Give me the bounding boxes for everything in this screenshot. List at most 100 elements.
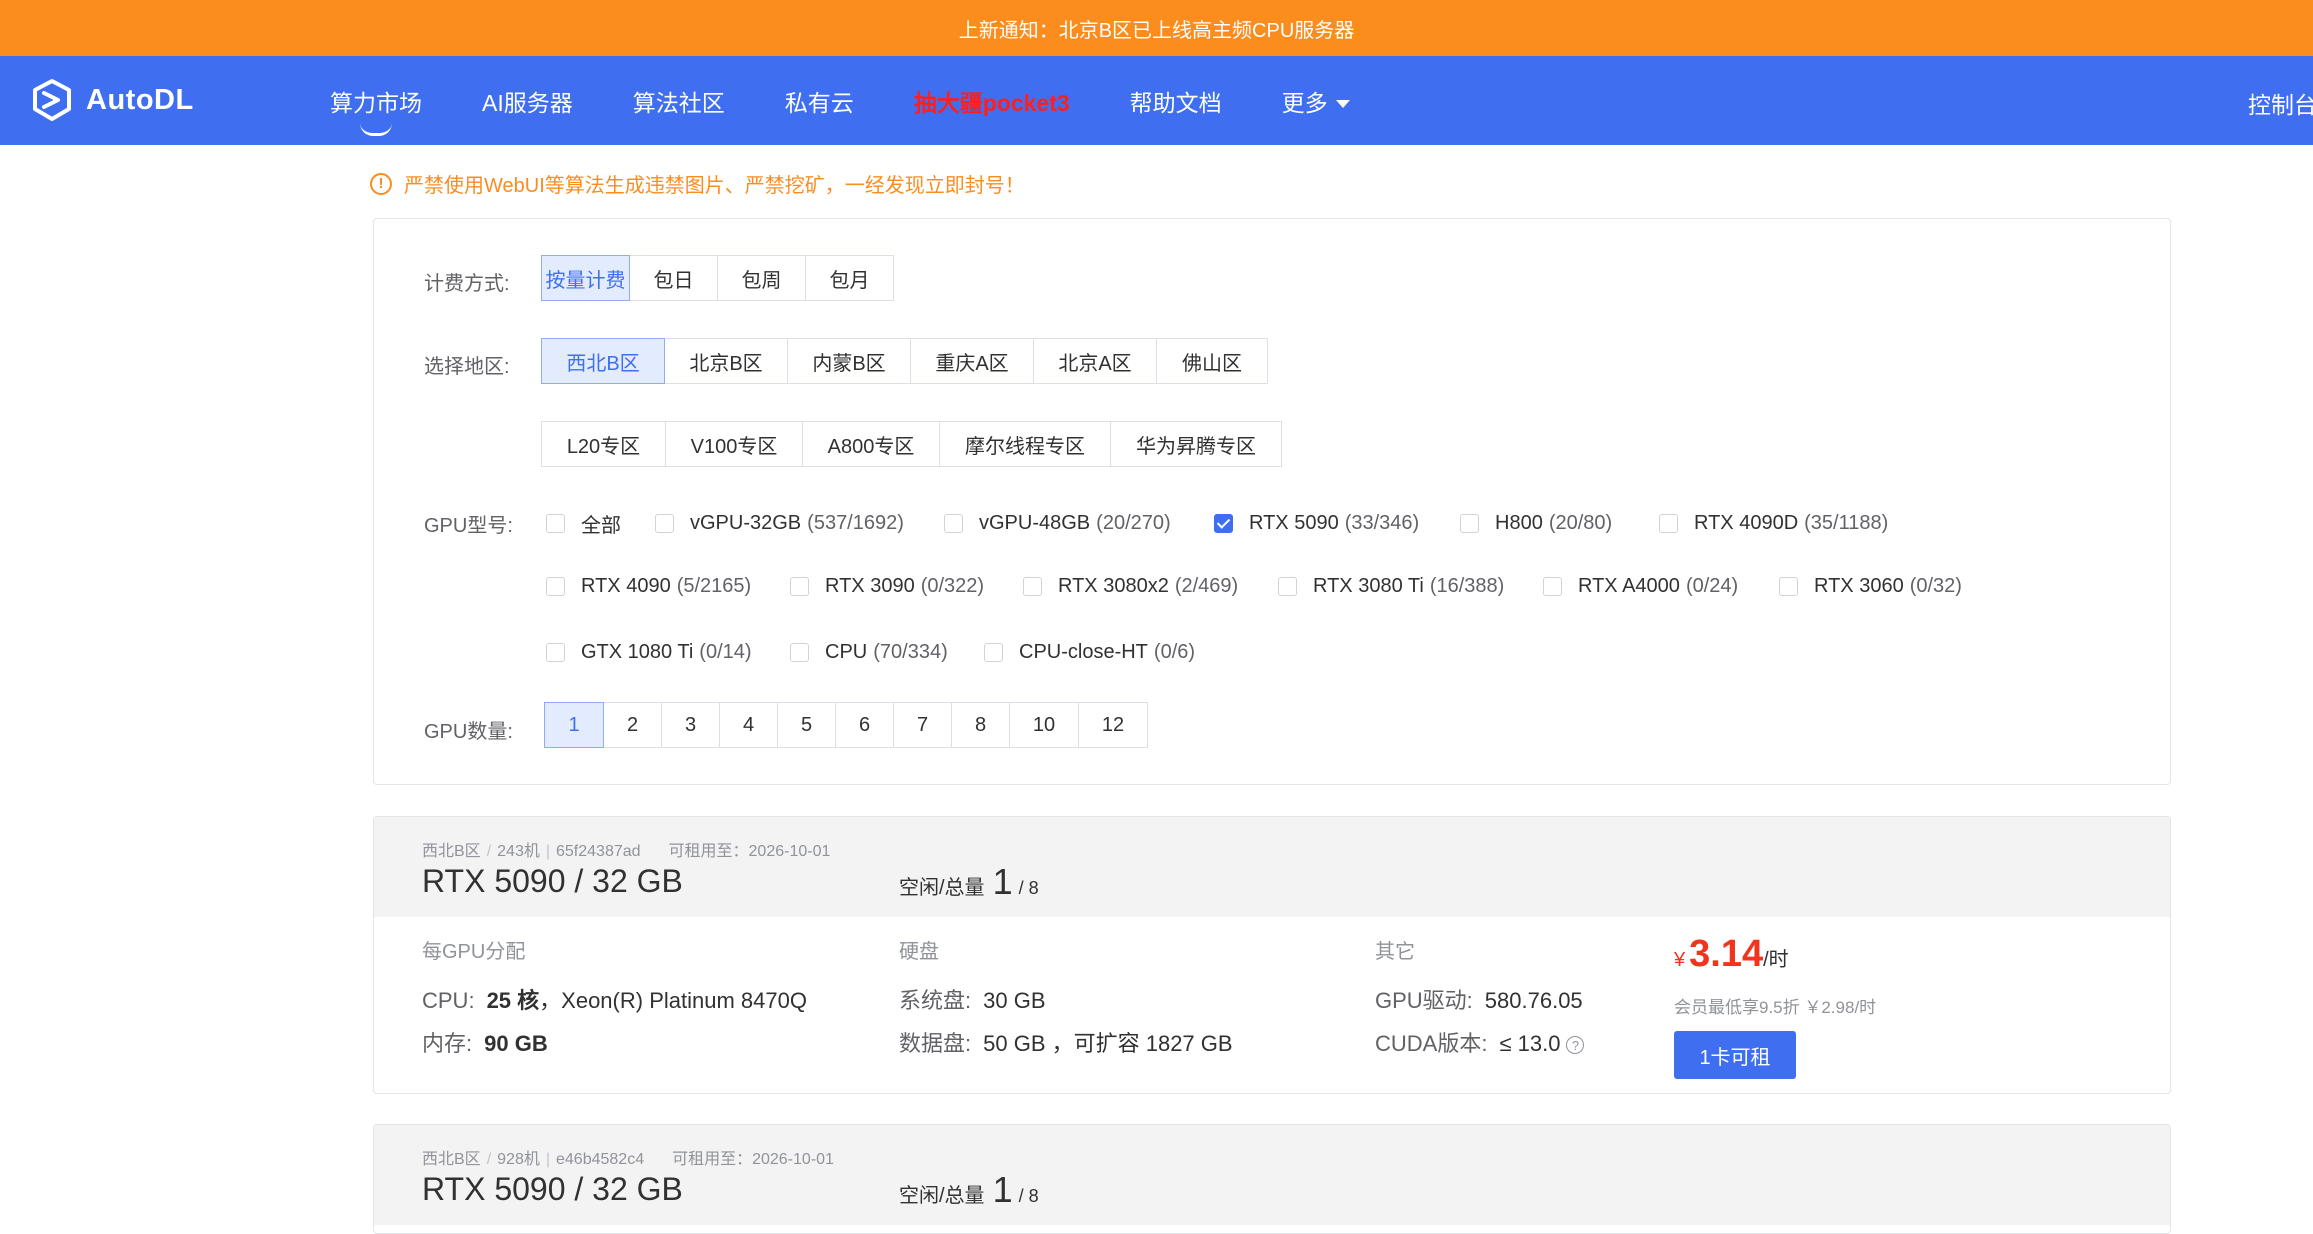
region-option[interactable]: 重庆A区: [910, 338, 1034, 384]
checkbox[interactable]: [546, 514, 565, 533]
checkbox-checked[interactable]: [1214, 514, 1233, 533]
checkbox[interactable]: [546, 577, 565, 596]
notice-bar[interactable]: 上新通知：北京B区已上线高主频CPU服务器: [0, 0, 2313, 56]
gpu-count-option[interactable]: 10: [1009, 702, 1079, 748]
nav-item-community[interactable]: 算法社区: [633, 84, 725, 118]
gpu-model-label: GPU型号:: [424, 515, 513, 537]
billing-option-daily[interactable]: 包日: [629, 255, 718, 301]
gpu-option-count: (0/322): [920, 575, 985, 597]
gpu-count-option[interactable]: 8: [951, 702, 1010, 748]
gpu-option-cpu-close-ht[interactable]: CPU-close-HT (0/6): [984, 641, 1195, 664]
per-gpu-header: 每GPU分配: [422, 941, 526, 963]
total-count: / 8: [1018, 878, 1039, 898]
checkbox[interactable]: [655, 514, 674, 533]
gpu-option-count: (70/334): [873, 641, 948, 663]
gpu-option-name: CPU: [825, 641, 868, 663]
member-price: 会员最低享9.5折 ￥2.98/时: [1674, 998, 1877, 1017]
region-option[interactable]: L20专区: [541, 421, 666, 467]
gpu-option-count: (0/14): [699, 641, 752, 663]
brand-name: AutoDL: [86, 83, 194, 116]
cpu-label: CPU:: [422, 988, 475, 1013]
gpu-option-vgpu-32gb[interactable]: vGPU-32GB (537/1692): [655, 512, 944, 535]
gpu-option-name: RTX 3090: [825, 575, 915, 597]
billing-options: 按量计费 包日 包周 包月: [541, 255, 894, 301]
gpu-option-name: vGPU-32GB: [690, 512, 802, 534]
checkbox[interactable]: [1023, 577, 1042, 596]
gpu-option-rtx-5090[interactable]: RTX 5090 (33/346): [1214, 512, 1460, 535]
nav-item-ai-server[interactable]: AI服务器: [482, 84, 573, 118]
checkbox[interactable]: [944, 514, 963, 533]
checkbox[interactable]: [1278, 577, 1297, 596]
region-option[interactable]: 西北B区: [541, 338, 665, 384]
gpu-option-rtx-3090[interactable]: RTX 3090 (0/322): [790, 575, 1023, 598]
nav-item-promo[interactable]: 抽大疆pocket3: [914, 84, 1070, 118]
gpu-option-rtx-3080x2[interactable]: RTX 3080x2 (2/469): [1023, 575, 1278, 598]
region-options-row1: 西北B区 北京B区 内蒙B区 重庆A区 北京A区 佛山区: [541, 338, 1268, 384]
region-option[interactable]: 内蒙B区: [787, 338, 911, 384]
billing-option-weekly[interactable]: 包周: [717, 255, 806, 301]
gpu-count-option[interactable]: 4: [719, 702, 778, 748]
gpu-option-count: (537/1692): [807, 512, 904, 534]
gpu-option-h800[interactable]: H800 (20/80): [1460, 512, 1659, 535]
billing-option-pay-as-you-go[interactable]: 按量计费: [541, 255, 630, 301]
gpu-option-rtx-4090[interactable]: RTX 4090 (5/2165): [546, 575, 790, 598]
system-disk-label: 系统盘:: [899, 988, 972, 1013]
gpu-option-cpu[interactable]: CPU (70/334): [790, 641, 984, 664]
gpu-count-option[interactable]: 2: [603, 702, 662, 748]
gpu-option-rtx-3080-ti[interactable]: RTX 3080 Ti (16/388): [1278, 575, 1543, 598]
checkbox[interactable]: [1460, 514, 1479, 533]
cpu-model: ，Xeon(R) Platinum 8470Q: [539, 988, 807, 1013]
nav-item-docs[interactable]: 帮助文档: [1130, 84, 1222, 118]
gpu-option-vgpu-48gb[interactable]: vGPU-48GB (20/270): [944, 512, 1214, 535]
region-option[interactable]: 佛山区: [1156, 338, 1268, 384]
nav-item-private-cloud[interactable]: 私有云: [785, 84, 854, 118]
gpu-option-count: (16/388): [1429, 575, 1505, 597]
rent-button[interactable]: 1卡可租: [1674, 1031, 1796, 1079]
nav-more-label: 更多: [1281, 89, 1328, 116]
caret-down-icon: [1335, 100, 1350, 109]
gpu-count-option[interactable]: 12: [1078, 702, 1148, 748]
gpu-count-option[interactable]: 5: [777, 702, 836, 748]
gpu-count-option[interactable]: 6: [835, 702, 894, 748]
region-option[interactable]: A800专区: [802, 421, 940, 467]
gpu-driver-label: GPU驱动:: [1375, 988, 1473, 1013]
checkbox[interactable]: [790, 577, 809, 596]
region-option[interactable]: V100专区: [665, 421, 803, 467]
brand-logo[interactable]: AutoDL: [30, 78, 194, 122]
gpu-option-name: vGPU-48GB: [979, 512, 1091, 534]
gpu-option-name: RTX 5090: [1249, 512, 1339, 534]
region-option[interactable]: 北京A区: [1033, 338, 1157, 384]
region-option[interactable]: 华为昇腾专区: [1110, 421, 1282, 467]
checkbox[interactable]: [1779, 577, 1798, 596]
checkbox[interactable]: [984, 643, 1003, 662]
gpu-count-option[interactable]: 7: [893, 702, 952, 748]
region-option[interactable]: 摩尔线程专区: [939, 421, 1111, 467]
machine-id: e46b4582c4: [556, 1151, 645, 1168]
gpu-options-row1: 全部 vGPU-32GB (537/1692) vGPU-48GB (20/270)…: [546, 509, 1888, 538]
cuda-value: ≤ 13.0: [1499, 1031, 1561, 1056]
gpu-option-gtx-1080-ti[interactable]: GTX 1080 Ti (0/14): [546, 641, 790, 664]
machine-meta: 西北B区/243机 | 65f24387ad 可租用至：2026-10-01: [422, 843, 831, 860]
gpu-option-rtx-4090d[interactable]: RTX 4090D (35/1188): [1659, 512, 1888, 535]
warning-icon: !: [370, 172, 392, 195]
gpu-option-rtx-3060[interactable]: RTX 3060 (0/32): [1779, 575, 1962, 598]
machine-number: 243机: [497, 843, 540, 860]
checkbox[interactable]: [790, 643, 809, 662]
console-link[interactable]: 控制台: [2248, 86, 2313, 120]
gpu-option-name: RTX 4090D: [1694, 512, 1799, 534]
checkbox[interactable]: [1659, 514, 1678, 533]
autodl-logo-icon: [33, 79, 71, 121]
free-count: 1: [992, 1169, 1013, 1210]
gpu-count-option[interactable]: 1: [544, 702, 604, 748]
gpu-option-rtx-a4000[interactable]: RTX A4000 (0/24): [1543, 575, 1779, 598]
checkbox[interactable]: [1543, 577, 1562, 596]
region-option[interactable]: 北京B区: [664, 338, 788, 384]
gpu-count-option[interactable]: 3: [661, 702, 720, 748]
checkbox[interactable]: [546, 643, 565, 662]
gpu-option-all[interactable]: 全部: [546, 509, 655, 538]
nav-item-more[interactable]: 更多: [1282, 84, 1350, 118]
machine-title: RTX 5090 / 32 GB: [422, 1171, 683, 1207]
billing-option-monthly[interactable]: 包月: [805, 255, 894, 301]
help-circle-icon[interactable]: ?: [1566, 1036, 1585, 1055]
nav-item-market[interactable]: 算力市场: [330, 84, 422, 136]
